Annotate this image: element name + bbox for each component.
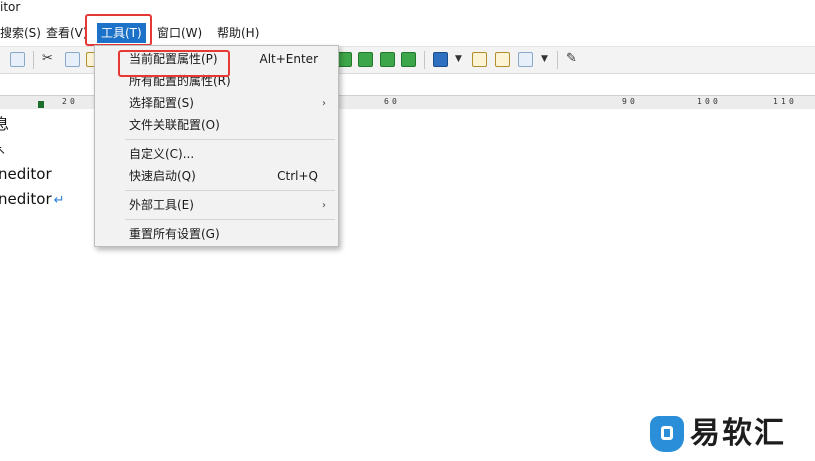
editor-line: neditor [0,165,52,183]
window-title: itor [0,0,21,14]
ruler-label: 6 [384,97,389,106]
toolbar-separator [557,51,558,69]
menu-item-current-config-properties[interactable]: 当前配置属性(P) Alt+Enter [95,49,338,70]
edit-icon[interactable] [472,52,487,67]
redo-icon[interactable] [401,52,416,67]
menu-item-customize[interactable]: 自定义(C)... [95,144,338,165]
menu-item-label: 当前配置属性(P) [129,52,218,66]
menu-item-label: 选择配置(S) [129,96,194,110]
dropdown-arrow-icon[interactable]: ▼ [455,51,462,67]
menu-tools[interactable]: 工具(T) [97,23,146,43]
menu-item-shortcut: Alt+Enter [259,52,318,66]
menu-item-label: 重置所有设置(G) [129,227,220,241]
submenu-arrow-icon: › [322,98,326,109]
watermark-logo: 易软汇 [650,414,810,454]
search-icon[interactable] [10,52,25,67]
ruler-label: 1 [773,97,778,106]
editor-line: 息 [0,115,10,133]
menu-separator [125,190,335,191]
table-icon[interactable] [337,52,352,67]
menu-separator [125,139,335,140]
menu-separator [125,219,335,220]
menu-item-file-association-config[interactable]: 文件关联配置(O) [95,115,338,136]
menu-item-label: 所有配置的属性(R) [129,74,231,88]
menu-item-external-tools[interactable]: 外部工具(E) › [95,195,338,216]
ruler-indent-marker[interactable] [38,101,44,108]
ruler-label: 1 [697,97,702,106]
ruler-label: 2 [62,97,67,106]
tools-dropdown-menu: 当前配置属性(P) Alt+Enter 所有配置的属性(R) 选择配置(S) ›… [94,45,339,247]
editor-line: ↖ [0,143,7,157]
ruler-label: 0 [70,97,75,106]
ruler-label: 0 [392,97,397,106]
copy-icon[interactable] [65,52,80,67]
submenu-arrow-icon: › [322,200,326,211]
title-bar: itor [0,0,815,20]
menu-item-label: 外部工具(E) [129,198,194,212]
toolbar-separator [33,51,34,69]
ruler-label: 0 [630,97,635,106]
menu-window[interactable]: 窗口(W) [153,23,206,43]
refresh-icon[interactable] [358,52,373,67]
menu-item-label: 自定义(C)... [129,147,195,161]
toolbar-separator [424,51,425,69]
ruler-label: 0 [789,97,794,106]
menu-item-shortcut: Ctrl+Q [277,169,318,183]
menu-help[interactable]: 帮助(H) [213,23,263,43]
editor-line: neditor ↵ [0,189,65,211]
logo-icon [650,416,684,452]
editor-line-text: neditor [0,190,52,208]
menu-item-label: 文件关联配置(O) [129,118,220,132]
menu-item-reset-all-settings[interactable]: 重置所有设置(G) [95,224,338,245]
dropdown-arrow-icon[interactable]: ▼ [541,51,548,67]
menu-item-label: 快速启动(Q) [129,169,196,183]
menu-search[interactable]: 搜索(S) [0,23,45,43]
menu-view[interactable]: 查看(V) [42,23,92,43]
ruler-label: 0 [713,97,718,106]
undo-icon[interactable] [380,52,395,67]
menu-item-all-config-properties[interactable]: 所有配置的属性(R) [95,71,338,92]
return-mark: ↵ [53,193,65,208]
menu-item-select-config[interactable]: 选择配置(S) › [95,93,338,114]
menu-item-quick-launch[interactable]: 快速启动(Q) Ctrl+Q [95,166,338,187]
compare-icon[interactable] [495,52,510,67]
ruler-label: 0 [705,97,710,106]
ruler-label: 9 [622,97,627,106]
checklist-icon[interactable] [518,52,533,67]
tools-icon[interactable]: ✎ [566,51,577,67]
menu-bar: 搜索(S) 查看(V) 工具(T) 窗口(W) 帮助(H) [0,20,815,47]
watermark-text: 易软汇 [690,416,786,451]
cut-icon[interactable]: ✂ [42,51,53,67]
browser-icon[interactable] [433,52,448,67]
ruler-label: 1 [781,97,786,106]
